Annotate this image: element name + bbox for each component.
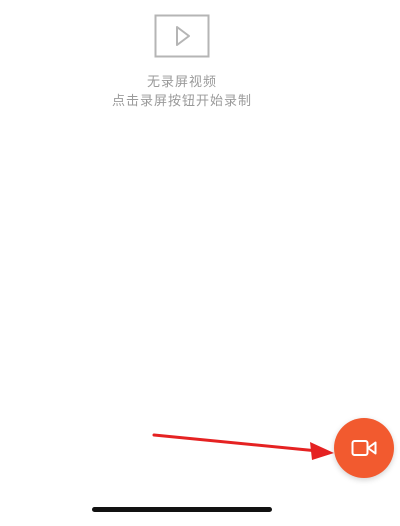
video-play-icon [154,14,210,58]
annotation-arrow [152,433,334,460]
video-camera-icon [351,440,377,456]
home-indicator [92,507,272,512]
empty-state-hint: 点击录屏按钮开始录制 [111,94,252,109]
empty-state: 无录屏视频 点击录屏按钮开始录制 [0,0,400,120]
empty-state-title: 无录屏视频 [146,75,217,90]
record-button[interactable] [334,418,394,478]
